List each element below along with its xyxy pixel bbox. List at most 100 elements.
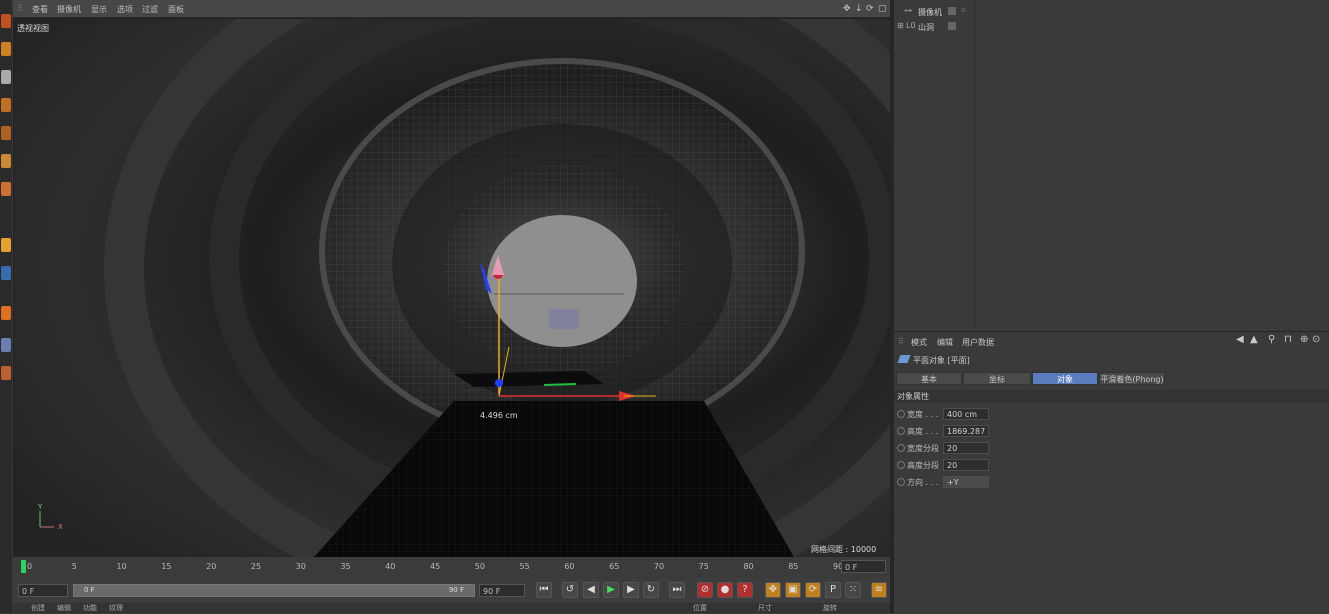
timeline-menu-icon[interactable]: ≡ — [871, 582, 887, 598]
maximize-icon[interactable]: ▢ — [878, 4, 887, 14]
object-manager: ⊶ 摄像机 ⁘ ⊞ L0 山洞 — [894, 0, 1329, 330]
edge-tool-icon[interactable] — [1, 98, 11, 112]
current-frame-field[interactable]: 0 F — [841, 560, 886, 573]
animate-radio-icon[interactable] — [897, 427, 905, 435]
key-rotation-icon[interactable]: ⟳ — [805, 582, 821, 598]
tab-phong[interactable]: 平滑着色(Phong) — [1099, 372, 1165, 385]
key-param-icon[interactable]: P — [825, 582, 841, 598]
workplane-tool-icon[interactable] — [1, 338, 11, 352]
go-end-icon[interactable]: ⏭ — [669, 582, 685, 598]
animate-radio-icon[interactable] — [897, 444, 905, 452]
point-tool-icon[interactable] — [1, 154, 11, 168]
back-arrow-icon[interactable]: ◀ — [1236, 334, 1244, 345]
tab-coord[interactable]: 坐标 — [963, 372, 1031, 385]
timeline-tick: 30 — [295, 562, 306, 571]
axis-x-label: X — [58, 523, 63, 531]
animate-radio-icon[interactable] — [897, 478, 905, 486]
polygon-tool-icon[interactable] — [1, 126, 11, 140]
visibility-check-icon[interactable] — [948, 22, 956, 30]
visibility-check-icon[interactable] — [948, 7, 956, 15]
camera-target-icon[interactable]: ⁘ — [960, 6, 967, 15]
animate-radio-icon[interactable] — [897, 461, 905, 469]
attr-menu-edit[interactable]: 编辑 — [937, 337, 953, 348]
tab-basic[interactable]: 基本 — [896, 372, 962, 385]
magnet-tool-icon[interactable] — [1, 266, 11, 280]
end-frame-field[interactable]: 90 F — [479, 584, 525, 597]
object-row-camera[interactable]: ⊶ 摄像机 ⁘ — [894, 6, 1329, 20]
autokey-icon[interactable]: ● — [717, 582, 733, 598]
next-key-icon[interactable]: ↻ — [643, 582, 659, 598]
menu-edit[interactable]: 编辑 — [57, 603, 71, 613]
snap-tool-icon[interactable] — [1, 306, 11, 320]
expand-icon[interactable]: ⊞ — [897, 21, 904, 30]
object-title: 平面对象 [平面] — [913, 356, 970, 365]
settings-icon[interactable]: ⊕ — [1300, 334, 1308, 345]
range-slider[interactable]: 0 F 90 F — [73, 584, 475, 597]
prop-height: 高度 . . . 1869.287 — [894, 424, 1329, 439]
attr-menu-mode[interactable]: 模式 — [911, 337, 927, 348]
menu-filter[interactable]: 过滤 — [142, 4, 158, 15]
viewport-3d[interactable]: 透视视图 4.496 cm 网格间距 : 10000 cm Y X — [13, 18, 891, 558]
prop-label: 高度分段 — [907, 461, 939, 470]
timeline-tick: 65 — [609, 562, 620, 571]
keyframe-help-icon[interactable]: ? — [737, 582, 753, 598]
checker-tool-icon[interactable] — [1, 70, 11, 84]
timeline-tick: 70 — [653, 562, 665, 571]
object-name: 山洞 — [918, 23, 934, 32]
menu-view[interactable]: 查看 — [32, 4, 48, 15]
prop-label: 方向 . . . — [907, 478, 939, 487]
prop-height-field[interactable]: 1869.287 — [943, 425, 989, 437]
menu-texture[interactable]: 纹理 — [109, 603, 123, 613]
viewport-menubar: ⠿ 查看 摄像机 显示 选项 过滤 面板 ✥ ↓ ⟳ ▢ — [13, 0, 890, 18]
prop-width: 宽度 . . . 400 cm — [894, 407, 1329, 422]
new-panel-icon[interactable]: ⊙ — [1312, 334, 1320, 345]
search-icon[interactable]: ⚲ — [1268, 334, 1275, 345]
prop-width-field[interactable]: 400 cm — [943, 408, 989, 420]
play-icon[interactable]: ▶ — [603, 582, 619, 598]
prop-height-segments-field[interactable]: 20 — [943, 459, 989, 471]
up-arrow-icon[interactable]: ▲ — [1250, 334, 1258, 345]
null-object-icon: L0 — [906, 21, 916, 30]
axis-y-label: Y — [38, 503, 43, 511]
prev-frame-icon[interactable]: ◀ — [583, 582, 599, 598]
prev-key-icon[interactable]: ↺ — [562, 582, 578, 598]
go-start-icon[interactable]: ⏮ — [536, 582, 552, 598]
lock-tool-icon[interactable] — [1, 366, 11, 380]
menu-options[interactable]: 选项 — [117, 4, 133, 15]
range-start-label: 0 F — [84, 586, 95, 594]
object-row-cave[interactable]: ⊞ L0 山洞 — [894, 21, 1329, 35]
attr-menu-userdata[interactable]: 用户数据 — [962, 337, 994, 348]
record-icon[interactable]: ⊘ — [697, 582, 713, 598]
gizmo-z-handle[interactable] — [495, 379, 503, 387]
next-frame-icon[interactable]: ▶ — [623, 582, 639, 598]
menu-panel[interactable]: 面板 — [168, 4, 184, 15]
menu-camera[interactable]: 摄像机 — [57, 4, 81, 15]
coord-size-label: 尺寸 — [758, 604, 772, 612]
key-position-icon[interactable]: ✥ — [765, 582, 781, 598]
menu-display[interactable]: 显示 — [91, 4, 107, 15]
timeline-tick: 80 — [743, 562, 754, 571]
object-tool-icon[interactable] — [1, 182, 11, 196]
animate-radio-icon[interactable] — [897, 410, 905, 418]
orientation-dropdown[interactable]: +Y — [943, 476, 989, 488]
menu-create[interactable]: 创建 — [31, 603, 45, 613]
object-name: 摄像机 — [918, 8, 942, 17]
move-tool-icon[interactable] — [1, 14, 11, 28]
dolly-icon[interactable]: ↓ — [855, 4, 863, 14]
start-frame-field[interactable]: 0 F — [18, 584, 68, 597]
prop-width-segments: 宽度分段 20 — [894, 441, 1329, 456]
prop-width-segments-field[interactable]: 20 — [943, 442, 989, 454]
timeline-tick: 15 — [161, 562, 172, 571]
timeline-ruler[interactable]: 0 5 10 15 20 25 30 35 40 45 50 55 60 65 70 75 80 85 90 0 F — [13, 557, 890, 577]
timeline-tick: 25 — [250, 562, 262, 571]
tab-object[interactable]: 对象 — [1032, 372, 1098, 385]
key-scale-icon[interactable]: ▣ — [785, 582, 801, 598]
playhead[interactable] — [21, 560, 26, 573]
cube-tool-icon[interactable] — [1, 42, 11, 56]
brush-tool-icon[interactable] — [1, 238, 11, 252]
pan-icon[interactable]: ✥ — [843, 4, 851, 14]
orbit-icon[interactable]: ⟳ — [866, 4, 874, 14]
menu-function[interactable]: 功能 — [83, 603, 97, 613]
key-grid-icon[interactable]: ⁙ — [845, 582, 861, 598]
lock-icon[interactable]: ⊓ — [1284, 334, 1292, 345]
